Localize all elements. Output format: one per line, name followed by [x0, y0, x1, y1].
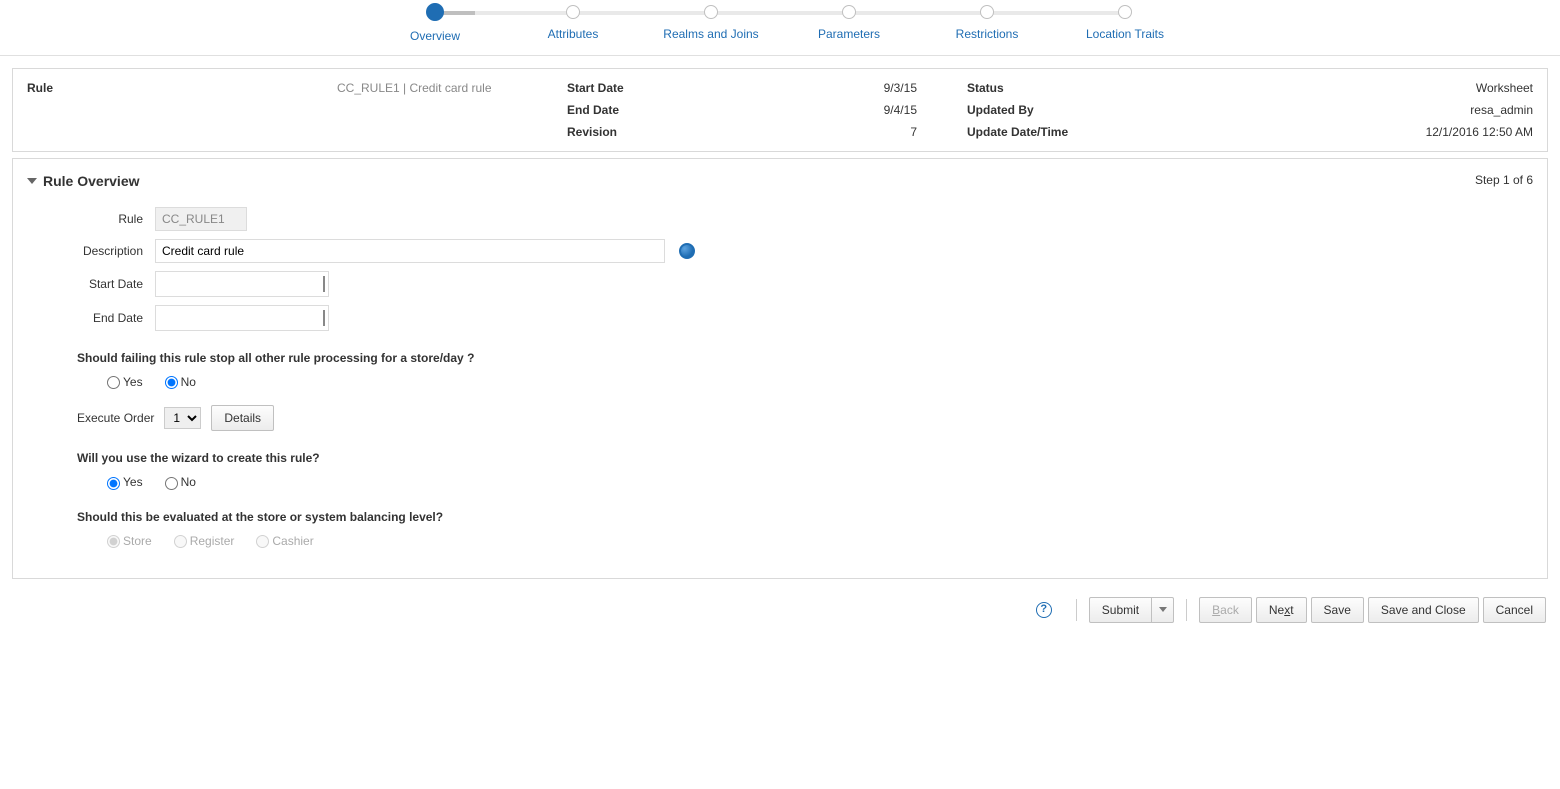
q3-store-option: Store: [107, 534, 152, 548]
action-footer: ? Submit Back Next Save Save and Close C…: [0, 591, 1560, 637]
execute-order-label: Execute Order: [77, 411, 154, 425]
description-field-label: Description: [47, 244, 155, 258]
wizard-stepper: Overview Attributes Realms and Joins Par…: [0, 0, 1560, 56]
help-icon[interactable]: ?: [1036, 602, 1052, 618]
q-use-wizard: Will you use the wizard to create this r…: [77, 451, 1533, 465]
q2-no-option[interactable]: No: [165, 475, 196, 489]
save-and-close-button[interactable]: Save and Close: [1368, 597, 1479, 623]
summary-update-dt-label: Update Date/Time: [967, 125, 1087, 139]
rule-summary-bar: Rule CC_RULE1 | Credit card rule Start D…: [12, 68, 1548, 152]
summary-updated-by-label: Updated By: [967, 103, 1087, 117]
start-date-field-label: Start Date: [47, 277, 155, 291]
globe-icon[interactable]: [679, 243, 695, 259]
panel-title: Rule Overview: [43, 173, 140, 189]
start-date-field[interactable]: [156, 273, 323, 295]
summary-update-dt-value: 12/1/2016 12:50 AM: [1087, 125, 1533, 139]
cancel-button[interactable]: Cancel: [1483, 597, 1546, 623]
summary-revision-value: 7: [687, 125, 967, 139]
summary-revision-label: Revision: [567, 125, 687, 139]
summary-updated-by-value: resa_admin: [1087, 103, 1533, 117]
q3-register-option: Register: [174, 534, 235, 548]
execute-order-select[interactable]: 1: [164, 407, 201, 429]
summary-start-date-label: Start Date: [567, 81, 687, 95]
submit-button[interactable]: Submit: [1089, 597, 1152, 623]
summary-end-date-label: End Date: [567, 103, 687, 117]
q-stop-processing: Should failing this rule stop all other …: [77, 351, 1533, 365]
q-balancing-level: Should this be evaluated at the store or…: [77, 510, 1533, 524]
save-button[interactable]: Save: [1311, 597, 1364, 623]
summary-status-label: Status: [967, 81, 1087, 95]
step-indicator: Step 1 of 6: [1475, 173, 1533, 187]
details-button[interactable]: Details: [211, 405, 274, 431]
next-button[interactable]: Next: [1256, 597, 1307, 623]
collapse-toggle-icon[interactable]: [27, 178, 37, 184]
q3-cashier-option: Cashier: [256, 534, 313, 548]
summary-rule-label: Rule: [27, 81, 87, 95]
summary-rule-value: CC_RULE1 | Credit card rule: [337, 81, 492, 95]
back-button: Back: [1199, 597, 1252, 623]
q1-yes-option[interactable]: Yes: [107, 375, 143, 389]
wizard-step-overview[interactable]: Overview: [366, 5, 504, 43]
separator: [1076, 599, 1077, 621]
end-date-field[interactable]: [156, 307, 323, 329]
summary-status-value: Worksheet: [1087, 81, 1533, 95]
summary-end-date-value: 9/4/15: [687, 103, 967, 117]
submit-dropdown[interactable]: [1152, 597, 1174, 623]
chevron-down-icon: [1159, 607, 1167, 612]
rule-field-label: Rule: [47, 212, 155, 226]
rule-field: [155, 207, 247, 231]
end-date-field-label: End Date: [47, 311, 155, 325]
rule-overview-panel: Rule Overview Step 1 of 6 Rule Descripti…: [12, 158, 1548, 579]
calendar-icon[interactable]: [323, 310, 325, 326]
summary-start-date-value: 9/3/15: [687, 81, 967, 95]
calendar-icon[interactable]: [323, 276, 325, 292]
description-field[interactable]: [155, 239, 665, 263]
separator: [1186, 599, 1187, 621]
q1-no-option[interactable]: No: [165, 375, 196, 389]
q2-yes-option[interactable]: Yes: [107, 475, 143, 489]
